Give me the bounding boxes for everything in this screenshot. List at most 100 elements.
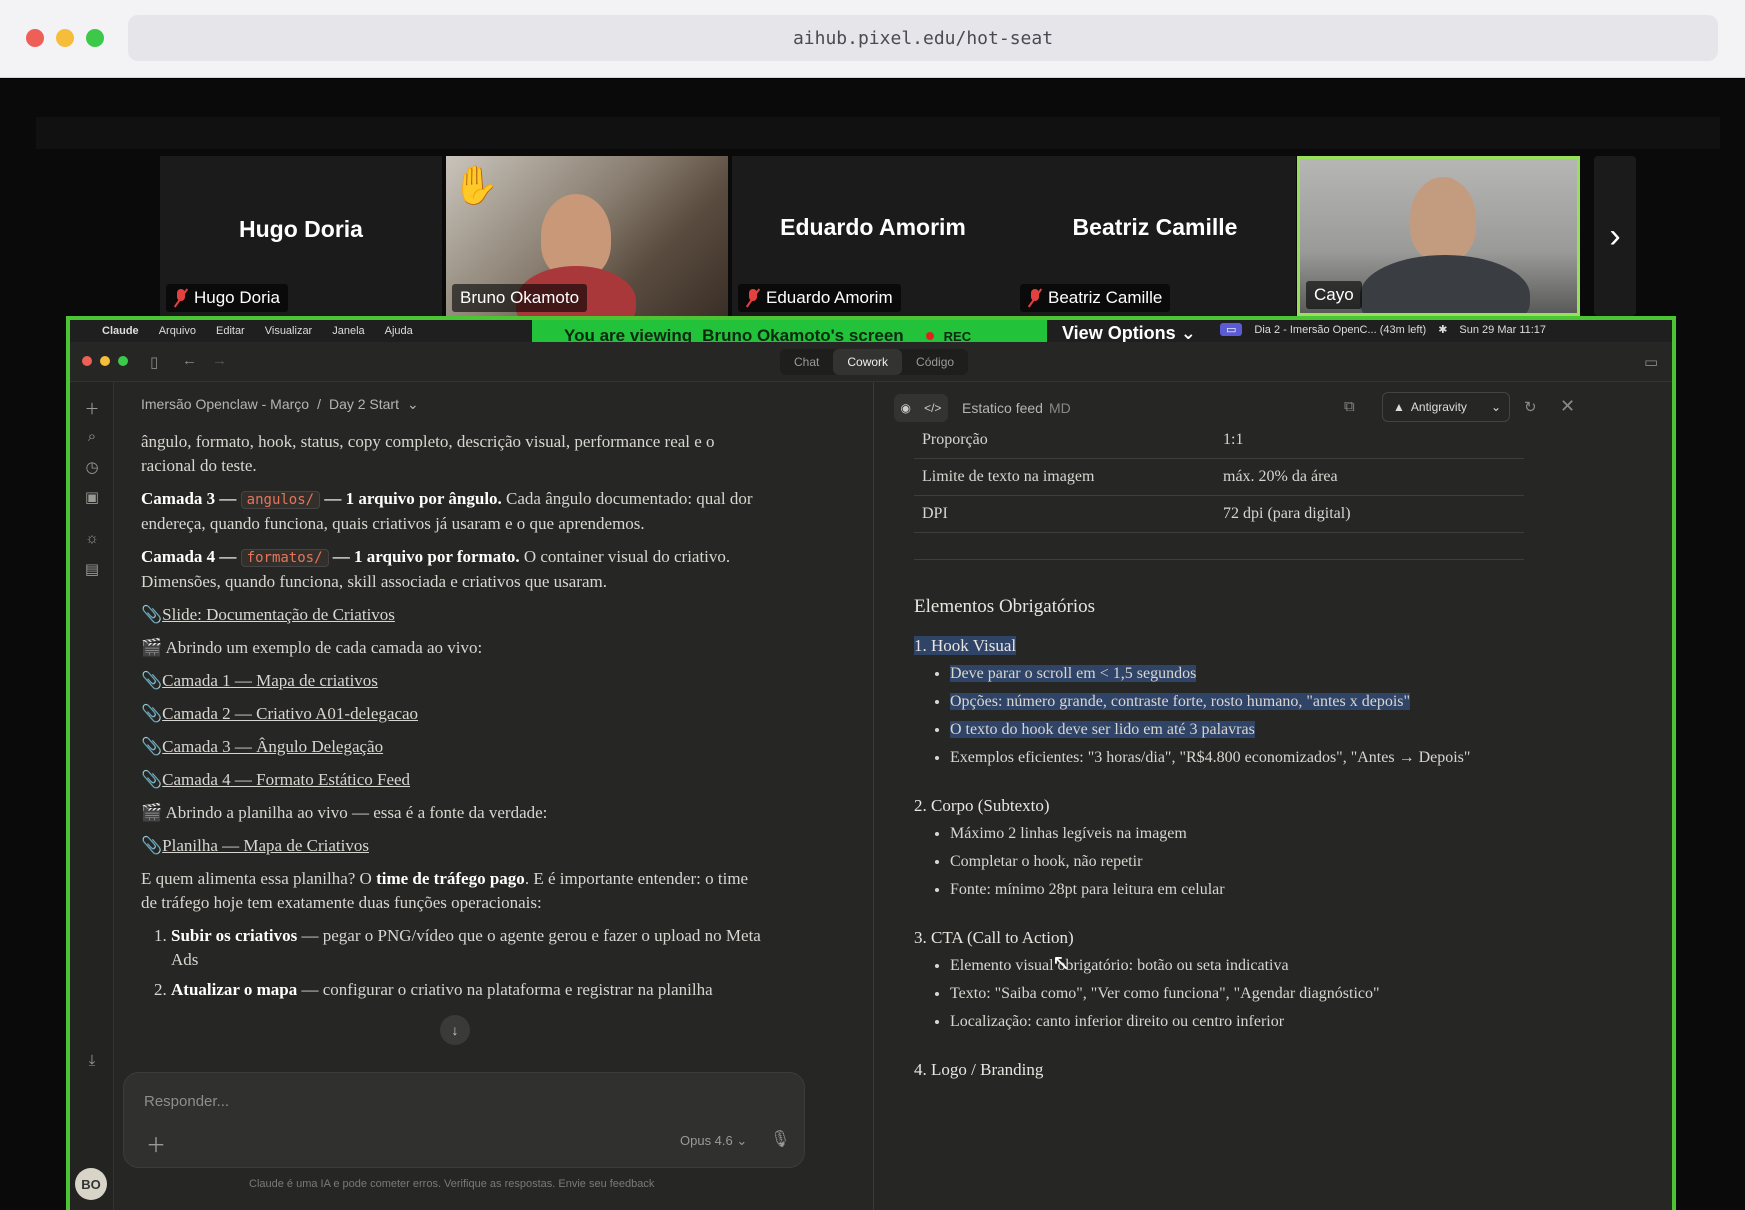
breadcrumb-project[interactable]: Imersão Openclaw - Março	[141, 396, 309, 413]
tab-codigo[interactable]: Código	[902, 349, 968, 375]
menu-janela: Janela	[332, 325, 365, 337]
link-camada-4[interactable]: Camada 4 — Formato Estático Feed	[162, 770, 410, 789]
briefcase-icon[interactable]: ▤	[82, 560, 102, 578]
highlighted-text: O texto do hook deve ser lido em até 3 p…	[950, 721, 1255, 738]
message-paragraph: 🎬 Abrindo um exemplo de cada camada ao v…	[141, 636, 761, 660]
inline-code: angulos/	[240, 491, 321, 509]
bold-text: Subir os criativos	[171, 926, 298, 945]
section-heading: Elementos Obrigatórios	[914, 596, 1095, 617]
code-icon[interactable]: </>	[924, 401, 941, 415]
participant-label: Cayo	[1306, 281, 1362, 309]
chevron-down-icon[interactable]: ⌄	[407, 396, 419, 413]
bold-text: time de tráfego pago	[376, 869, 525, 888]
model-label: Opus 4.6	[680, 1133, 733, 1148]
close-window-button[interactable]	[26, 29, 44, 47]
microphone-icon[interactable]: 🎙	[770, 1129, 790, 1149]
table-key: Limite de texto na imagem	[922, 468, 1095, 485]
menu-arquivo: Arquivo	[158, 325, 196, 337]
bold-text: — 1 arquivo por ângulo.	[324, 489, 502, 508]
highlighted-text: Opções: número grande, contraste forte, …	[950, 693, 1411, 710]
copy-icon[interactable]: ⧉	[1344, 398, 1355, 415]
list-item: Localização: canto inferior direito ou c…	[950, 1012, 1524, 1032]
app-minimize-button[interactable]	[100, 356, 110, 366]
list-item: Deve parar o scroll em < 1,5 segundos	[950, 664, 1524, 684]
chevron-down-icon[interactable]: ⌄	[1491, 400, 1501, 414]
table-value: máx. 20% da área	[1223, 468, 1338, 485]
table-row: DPI 72 dpi (para digital)	[914, 496, 1524, 533]
mic-off-icon	[174, 289, 188, 307]
participant-label-text: Eduardo Amorim	[766, 288, 893, 307]
participant-label: Beatriz Camille	[1020, 284, 1171, 312]
view-options-button[interactable]: View Options ⌄	[1062, 323, 1196, 344]
document-scrollbar[interactable]	[1674, 522, 1676, 722]
open-with-button[interactable]: ▲ Antigravity ⌄	[1382, 392, 1510, 422]
reply-box[interactable]: Responder... ＋ Opus 4.6 ⌄ 🎙	[123, 1072, 805, 1168]
scroll-to-bottom-button[interactable]: ↓	[440, 1015, 470, 1045]
reply-input[interactable]: Responder...	[144, 1093, 229, 1110]
eye-icon[interactable]: ◉	[901, 401, 911, 415]
horizontal-rule	[914, 533, 1524, 560]
close-icon[interactable]: ✕	[1560, 396, 1575, 417]
link-camada-3[interactable]: Camada 3 — Ângulo Delegação	[162, 737, 383, 756]
participant-tile-cayo[interactable]: Cayo	[1297, 156, 1580, 316]
participant-label-text: Bruno Okamoto	[460, 288, 580, 307]
tab-chat[interactable]: Chat	[780, 349, 833, 375]
breadcrumb-chat[interactable]: Day 2 Start	[329, 396, 399, 413]
chat-panel: Imersão Openclaw - Março / Day 2 Start ⌄…	[115, 382, 872, 1210]
new-chat-icon[interactable]: ＋	[82, 398, 102, 419]
message-link-line: 📎Camada 1 — Mapa de criativos	[141, 669, 761, 693]
participant-tile-eduardo[interactable]: Eduardo Amorim Eduardo Amorim	[732, 156, 1014, 316]
message-text: — configurar o criativo na plataforma e …	[301, 980, 713, 999]
participant-label-text: Hugo Doria	[194, 288, 280, 307]
document-header: ◉ </> Estatico feed MD	[894, 394, 1071, 422]
search-icon[interactable]: ⌕	[82, 428, 102, 445]
highlighted-text: Deve parar o scroll em < 1,5 segundos	[950, 665, 1197, 682]
app-close-button[interactable]	[82, 356, 92, 366]
maximize-window-button[interactable]	[86, 29, 104, 47]
clipboard-icon[interactable]: ▣	[82, 488, 102, 506]
document-title: Estatico feed	[962, 400, 1043, 416]
history-icon[interactable]: ◷	[82, 458, 102, 476]
message-link-line: 📎Camada 4 — Formato Estático Feed	[141, 768, 761, 792]
link-planilha[interactable]: Planilha — Mapa de Criativos	[162, 836, 369, 855]
app-maximize-button[interactable]	[118, 356, 128, 366]
chevron-right-icon: ›	[1609, 216, 1621, 255]
participant-label-text: Beatriz Camille	[1048, 288, 1163, 307]
paperclip-icon: 📎	[141, 737, 163, 756]
add-attachment-icon[interactable]: ＋	[146, 1129, 166, 1158]
model-selector[interactable]: Opus 4.6 ⌄	[680, 1133, 747, 1149]
avatar[interactable]: BO	[75, 1168, 107, 1200]
participant-tile-beatriz[interactable]: Beatriz Camille Beatriz Camille	[1014, 156, 1296, 316]
refresh-icon[interactable]: ↻	[1524, 398, 1537, 416]
download-icon[interactable]: ⤓	[82, 1052, 102, 1069]
clapper-icon: 🎬	[141, 803, 163, 822]
view-options-label: View Options	[1062, 323, 1176, 343]
participant-tile-bruno[interactable]: ✋ Bruno Okamoto	[446, 156, 728, 316]
menu-ajuda: Ajuda	[384, 325, 413, 337]
mic-off-icon	[1028, 289, 1042, 307]
forward-arrow-icon[interactable]: →	[212, 352, 227, 369]
link-camada-2[interactable]: Camada 2 — Criativo A01-delegacao	[162, 704, 418, 723]
breadcrumb-separator: /	[317, 396, 321, 412]
link-slide[interactable]: Slide: Documentação de Criativos	[162, 605, 395, 624]
back-arrow-icon[interactable]: ←	[182, 352, 197, 369]
url-text: aihub.pixel.edu/hot-seat	[792, 27, 1054, 49]
next-participants-button[interactable]: ›	[1594, 156, 1636, 316]
paperclip-icon: 📎	[141, 836, 163, 855]
link-camada-1[interactable]: Camada 1 — Mapa de criativos	[162, 671, 378, 690]
subsection-heading: 3. CTA (Call to Action)	[914, 928, 1074, 947]
rec-icon	[925, 332, 934, 340]
document-content: Proporção 1:1 Limite de texto na imagem má…	[914, 422, 1524, 1088]
panel-toggle-icon[interactable]: ▭	[1644, 353, 1658, 371]
minimize-window-button[interactable]	[56, 29, 74, 47]
participant-tile-hugo[interactable]: Hugo Doria Hugo Doria	[160, 156, 442, 316]
lightbulb-icon[interactable]: ☼	[82, 530, 102, 547]
ordered-list: Subir os criativos — pegar o PNG/vídeo q…	[171, 924, 761, 1002]
list-item: Exemplos eficientes: "3 horas/dia", "R$4…	[950, 748, 1524, 768]
menu-visualizar: Visualizar	[264, 325, 313, 337]
list-item: Texto: "Saiba como", "Ver como funciona"…	[950, 984, 1524, 1004]
address-bar[interactable]: aihub.pixel.edu/hot-seat	[128, 15, 1718, 61]
message-paragraph: Camada 3 — angulos/ — 1 arquivo por ângu…	[141, 487, 761, 536]
sidebar-toggle-icon[interactable]: ▯	[150, 353, 158, 371]
tab-cowork[interactable]: Cowork	[833, 349, 903, 375]
